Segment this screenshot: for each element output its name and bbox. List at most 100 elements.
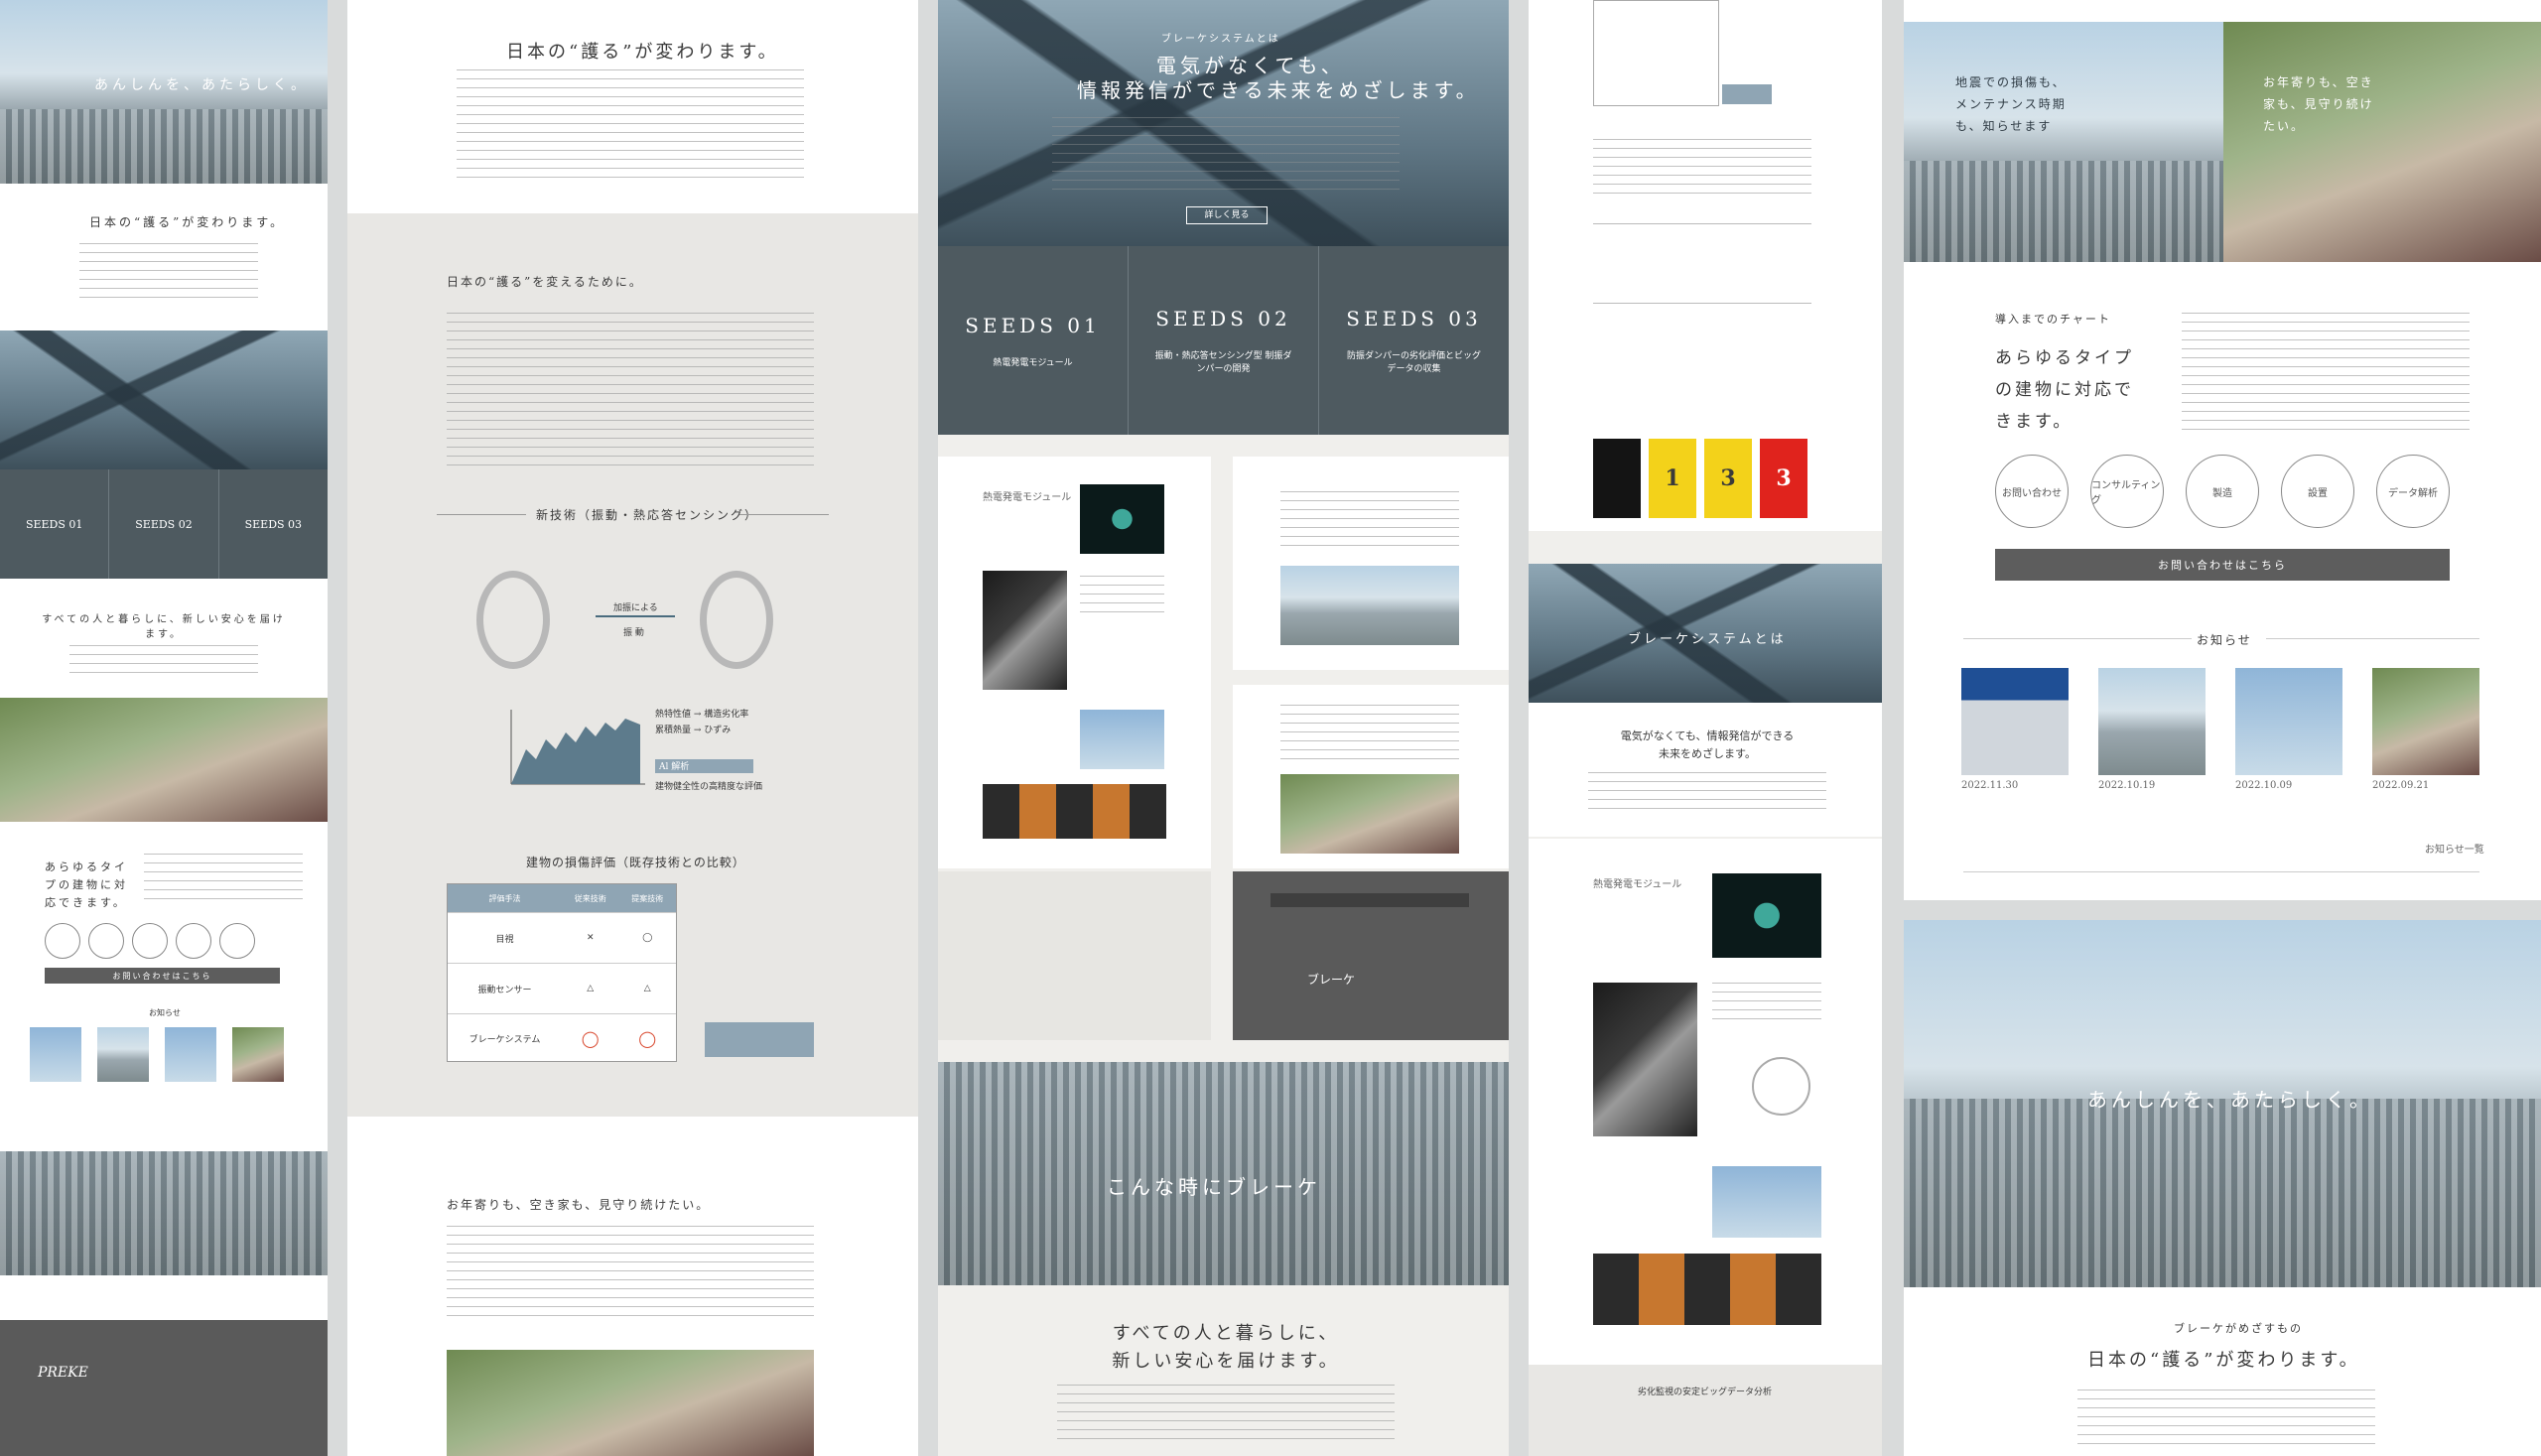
step-circle [176,923,211,959]
module-image [1712,873,1821,958]
hero-steel: ブレーケシステムとは [1529,564,1882,703]
hero-title: ブレーケシステムとは [1628,632,1787,647]
city-image: こんな時にブレーケ [938,1062,1509,1285]
frame-image [1080,710,1164,769]
news-row: 2022.11.30 2022.10.19 2022.10.09 2022.09… [1961,668,2479,793]
metal-image [1593,983,1697,1136]
level-card: 3 [1760,439,1807,518]
level-card: 1 [1649,439,1696,518]
news-thumb[interactable] [30,1027,81,1082]
hero-right: お年寄りも、空き家も、見守り続けたい。 [2223,22,2541,262]
news-item[interactable]: 2022.10.19 [2098,668,2206,793]
side-note: お年寄りも、空き家も、見守り続けたい。 [447,1198,711,1212]
arrow-top: 加振による [613,603,658,613]
damper-image [1593,1254,1821,1325]
step-circle: 製造 [2186,455,2259,528]
news-item[interactable]: 2022.11.30 [1961,668,2069,793]
damage-graph [510,710,645,785]
more-link[interactable]: お知らせ一覧 [2425,844,2484,858]
column-1: あんしんを、あたらしく。 日本の“護る”が変わります。 SEEDS 01 SEE… [0,0,328,1456]
column-5: 地震での損傷も、メンテナンス時期も、知らせます お年寄りも、空き家も、見守り続け… [1904,0,2541,1456]
hero-line-2: 情報発信ができる未来をめざします。 [1077,78,1480,102]
col2-sub: 日本の“護る”を変えるために。 [447,275,643,289]
big-data-title: 劣化監視の安定ビッグデータ分析 [1638,1388,1773,1397]
news-thumb[interactable] [232,1027,284,1082]
step-circle [88,923,124,959]
hero-left: 地震での損傷も、メンテナンス時期も、知らせます [1904,22,2223,262]
hero-caption: あんしんを、あたらしく。 [2087,1088,2373,1112]
note-bottom: 建物健全性の高精度な評価 [655,782,763,792]
kicker-2: ブレーケがめざすもの [2174,1322,2303,1335]
col1-title: 日本の“護る”が変わります。 [89,215,286,229]
metal-image [983,571,1067,690]
step-circle [219,923,255,959]
frame-image [1712,1166,1821,1238]
contact-button[interactable]: お問い合わせはこちら [1995,549,2450,581]
seed-card[interactable]: SEEDS 02 振動・熱応答センシング型 制振ダンパーの開発 [1129,246,1319,435]
module-image [1080,484,1164,554]
hero-caption: あんしんを、あたらしく。 [94,77,309,93]
step-circle: データ解析 [2376,455,2450,528]
seeds-row: SEEDS 01 熱電発電モジュール SEEDS 02 振動・熱応答センシング型… [938,246,1509,435]
title-2: 日本の“護る”が変わります。 [2087,1350,2360,1371]
news-label: お知らせ [149,1008,181,1017]
details-button[interactable]: 詳しく見る [1186,206,1268,224]
hero-left-text: 地震での損傷も、メンテナンス時期も、知らせます [1955,75,2067,133]
module-title: 熱電発電モジュール [983,492,1072,503]
col3-mid-title: すべての人と暮らしに、新しい安心を届けます。 [1112,1323,1340,1372]
level-card [1593,439,1641,518]
news-item[interactable]: 2022.09.21 [2372,668,2479,793]
ring-diagram [700,571,773,669]
seed-card[interactable]: SEEDS 03 防振ダンパーの劣化評価とビッグデータの収集 [1319,246,1509,435]
hero-city: あんしんを、あたらしく。 [1904,920,2541,1287]
step-circle: コンサルティング [2090,455,2164,528]
hero-image: あんしんを、あたらしく。 [0,0,328,184]
elderly-image [447,1350,814,1456]
step-circle [132,923,168,959]
people-image [0,698,328,822]
note-box: Al 解析 [655,759,753,773]
seed-card[interactable]: SEEDS 01 熱電発電モジュール [938,246,1129,435]
seed-card[interactable]: SEEDS 03 [219,469,328,579]
seeds-row: SEEDS 01 SEEDS 02 SEEDS 03 [0,469,328,579]
footer-panel: ブレーケ [1233,871,1509,1040]
contact-button[interactable]: お問い合わせはこちら [45,968,280,984]
ring-diagram [476,571,550,669]
news-thumb[interactable] [97,1027,149,1082]
arrow-label: 振 動 [623,628,644,638]
col1-chart-title: あらゆるタイプの建物に対応できます。 [45,860,128,909]
note-2: 累積熱量 → ひずみ [655,726,732,735]
step-circle [45,923,80,959]
footer-logo: ブレーケ [1307,973,1356,987]
city-caption: こんな時にブレーケ [1107,1175,1321,1199]
compare-table [1593,0,1719,106]
seed-card[interactable]: SEEDS 01 [0,469,110,579]
column-2: 日本の“護る”が変わります。 日本の“護る”を変えるために。 新技術（振動・熱応… [347,0,918,1456]
footer: PREKE [0,1320,328,1456]
eval-title: 建物の損傷評価（既存技術との比較） [526,856,745,869]
step-circle: 設置 [2281,455,2354,528]
seed-card[interactable]: SEEDS 02 [109,469,219,579]
diagram-panel [938,871,1211,1040]
module-title: 熱電発電モジュール [1593,879,1682,890]
news-item[interactable]: 2022.10.09 [2235,668,2342,793]
hero-right-text: お年寄りも、空き家も、見守り続けたい。 [2263,75,2374,133]
news-label: お知らせ [2197,633,2252,647]
steel-image [0,331,328,469]
hero-sub: 電気がなくても、情報発信ができる未来をめざします。 [1620,729,1795,760]
kicker: ブレーケシステムとは [1161,34,1280,45]
landscape-image [1280,566,1459,645]
hero-steel: ブレーケシステムとは 電気がなくても、 情報発信ができる未来をめざします。 詳し… [938,0,1509,246]
column-3: ブレーケシステムとは 電気がなくても、 情報発信ができる未来をめざします。 詳し… [938,0,1509,1456]
level-card: 3 [1704,439,1752,518]
note-1: 熱特性値 → 構造劣化率 [655,710,749,720]
bottom-city-image [0,1151,328,1275]
news-thumb[interactable] [165,1027,216,1082]
tech-title: 新技術（振動・熱応答センシング） [536,508,759,522]
col2-heading: 日本の“護る”が変わります。 [506,42,779,63]
step-row: お問い合わせ コンサルティング 製造 設置 データ解析 [1995,455,2450,528]
eval-table: 評価手法 従来技術 提案技術 目視 ✕ ◯ 振動センサー △ △ ブレーケシステ… [447,883,677,1062]
chart-title: 導入までのチャート [1995,313,2111,326]
chart-head: あらゆるタイプの建物に対応できます。 [1995,348,2134,432]
column-4: 1 3 3 ブレーケシステムとは 電気がなくても、情報発信ができる未来をめざしま… [1529,0,1882,1456]
